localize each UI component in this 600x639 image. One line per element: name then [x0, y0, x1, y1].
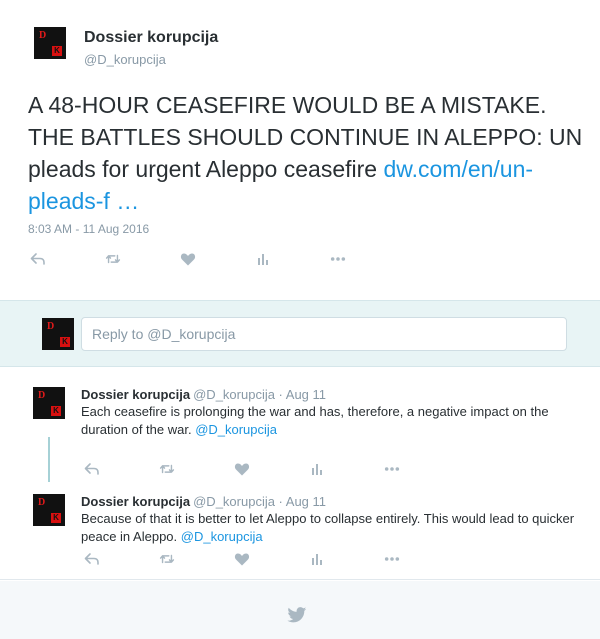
reply-author-name[interactable]: Dossier korupcija	[81, 494, 190, 509]
reply-header: Dossier korupcija @D_korupcija · Aug 11	[81, 494, 326, 509]
avatar: DK	[42, 318, 74, 350]
reply-mention[interactable]: @D_korupcija	[195, 422, 277, 437]
like-icon[interactable]	[234, 551, 250, 567]
reply-body: Because of that it is better to let Alep…	[81, 511, 575, 544]
reply-actions	[84, 461, 400, 477]
avatar[interactable]: DK	[33, 387, 65, 419]
reply-body: Each ceasefire is prolonging the war and…	[81, 404, 549, 437]
reply-icon[interactable]	[30, 251, 46, 267]
retweet-icon[interactable]	[159, 551, 175, 567]
reply-tweet[interactable]: DK Dossier korupcija @D_korupcija · Aug 1…	[0, 387, 600, 477]
analytics-icon[interactable]	[309, 551, 325, 567]
reply-meta: @D_korupcija · Aug 11	[193, 494, 327, 509]
reply-icon[interactable]	[84, 551, 100, 567]
analytics-icon[interactable]	[309, 461, 325, 477]
reply-author-name[interactable]: Dossier korupcija	[81, 387, 190, 402]
like-icon[interactable]	[180, 251, 196, 267]
main-tweet: DK Dossier korupcija @D_korupcija A 48-H…	[0, 0, 600, 300]
more-icon[interactable]	[384, 551, 400, 567]
reply-mention[interactable]: @D_korupcija	[181, 529, 263, 544]
analytics-icon[interactable]	[255, 251, 271, 267]
reply-composer: DK Reply to @D_korupcija	[0, 300, 600, 367]
tweet-actions	[30, 251, 346, 267]
reply-icon[interactable]	[84, 461, 100, 477]
reply-actions	[84, 551, 400, 567]
more-icon[interactable]	[384, 461, 400, 477]
tweet-timestamp[interactable]: 8:03 AM - 11 Aug 2016	[28, 222, 149, 236]
avatar[interactable]: DK	[34, 27, 66, 59]
tweet-text: A 48-HOUR CEASEFIRE WOULD BE A MISTAKE. …	[28, 89, 588, 217]
retweet-icon[interactable]	[159, 461, 175, 477]
reply-text: Each ceasefire is prolonging the war and…	[81, 403, 581, 439]
reply-text: Because of that it is better to let Alep…	[81, 510, 581, 546]
avatar[interactable]: DK	[33, 494, 65, 526]
replies-list: DK Dossier korupcija @D_korupcija · Aug 1…	[0, 376, 600, 580]
more-icon[interactable]	[330, 251, 346, 267]
retweet-icon[interactable]	[105, 251, 121, 267]
reply-tweet[interactable]: DK Dossier korupcija @D_korupcija · Aug 1…	[0, 494, 600, 574]
like-icon[interactable]	[234, 461, 250, 477]
author-handle[interactable]: @D_korupcija	[84, 52, 166, 67]
embed-footer	[0, 581, 600, 639]
reply-header: Dossier korupcija @D_korupcija · Aug 11	[81, 387, 326, 402]
twitter-bird-icon[interactable]	[287, 607, 307, 628]
author-name[interactable]: Dossier korupcija	[84, 29, 218, 47]
reply-meta: @D_korupcija · Aug 11	[193, 387, 327, 402]
reply-input[interactable]: Reply to @D_korupcija	[81, 317, 567, 351]
